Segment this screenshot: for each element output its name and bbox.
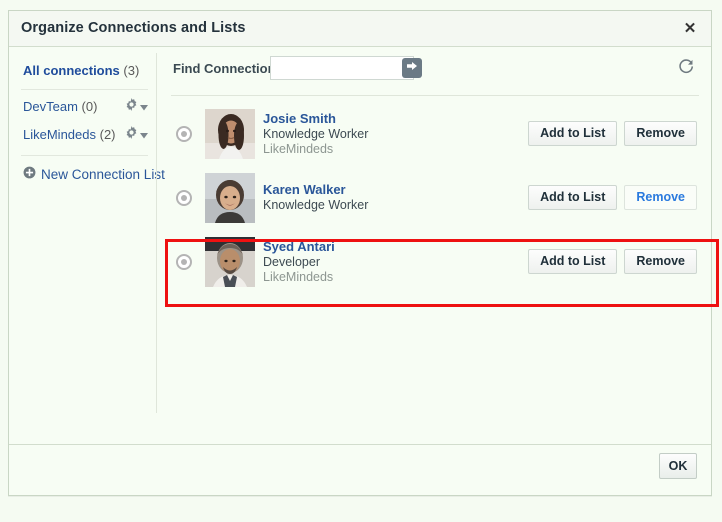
connection-name-link[interactable]: Karen Walker [263,182,368,198]
list-item[interactable]: Syed Antari Developer LikeMindeds Add to… [157,230,711,294]
radio-button-icon[interactable] [176,126,192,142]
list-item-info: Josie Smith Knowledge Worker LikeMindeds [263,111,368,158]
list-item-info: Syed Antari Developer LikeMindeds [263,239,335,286]
plus-circle-icon [23,166,36,182]
sidebar-item-count: (0) [82,99,98,114]
connection-job-title: Developer [263,255,335,271]
find-connection-label: Find Connection [173,61,276,76]
sidebar-likemindeds-menu[interactable] [125,126,148,142]
list-item-actions: Add to List Remove [528,121,697,146]
connection-list-name: LikeMindeds [263,142,368,158]
close-icon[interactable]: ✕ [679,18,701,40]
connections-list: Josie Smith Knowledge Worker LikeMindeds… [157,102,711,294]
connection-job-title: Knowledge Worker [263,127,368,143]
organize-connections-dialog: Organize Connections and Lists ✕ All con… [8,10,712,496]
sidebar-item-devteam[interactable]: DevTeam (0) [9,94,156,122]
list-item[interactable]: Josie Smith Knowledge Worker LikeMindeds… [157,102,711,166]
new-connection-list-label: New Connection List [41,167,165,182]
remove-button[interactable]: Remove [624,121,697,146]
search-submit-button[interactable] [402,58,422,78]
arrow-right-icon [406,59,418,77]
radio-button-icon[interactable] [176,254,192,270]
radio-button-icon[interactable] [176,190,192,206]
dialog-footer: OK [9,444,711,496]
list-item-actions: Add to List Remove [528,185,697,210]
dialog-body: All connections (3) DevTeam (0) [9,47,711,496]
add-to-list-button[interactable]: Add to List [528,185,617,210]
chevron-down-icon [140,99,148,114]
remove-button[interactable]: Remove [624,249,697,274]
sidebar-item-label: LikeMindeds [23,127,96,142]
sidebar-divider-top [21,89,148,90]
list-item[interactable]: Karen Walker Knowledge Worker Add to Lis… [157,166,711,230]
chevron-down-icon [140,127,148,142]
main-panel: Find Connection [157,47,711,496]
connection-name-link[interactable]: Josie Smith [263,111,368,127]
sidebar-item-likemindeds[interactable]: LikeMindeds (2) [9,122,156,150]
sidebar-all-connections-count: (3) [123,63,139,78]
sidebar: All connections (3) DevTeam (0) [9,47,156,496]
page-title: Organize Connections and Lists [21,20,246,36]
sidebar-item-label: DevTeam [23,99,78,114]
list-top-divider [171,95,699,96]
gear-icon [125,126,138,142]
sidebar-all-connections-label: All connections [23,63,120,78]
add-to-list-button[interactable]: Add to List [528,249,617,274]
avatar [205,109,255,159]
gear-icon [125,98,138,114]
sidebar-devteam-menu[interactable] [125,98,148,114]
list-item-info: Karen Walker Knowledge Worker [263,182,368,213]
connection-list-name: LikeMindeds [263,270,335,286]
connection-name-link[interactable]: Syed Antari [263,239,335,255]
dialog-titlebar: Organize Connections and Lists ✕ [9,11,711,47]
sidebar-item-count: (2) [100,127,116,142]
avatar [205,173,255,223]
new-connection-list-button[interactable]: New Connection List [9,160,156,188]
sidebar-divider-bottom [21,155,148,156]
remove-button[interactable]: Remove [624,185,697,210]
ok-button[interactable]: OK [659,453,697,479]
avatar [205,237,255,287]
find-toolbar: Find Connection [157,47,711,91]
sidebar-item-all-connections[interactable]: All connections (3) [9,57,156,84]
list-item-actions: Add to List Remove [528,249,697,274]
refresh-icon [677,57,695,80]
connection-job-title: Knowledge Worker [263,198,368,214]
add-to-list-button[interactable]: Add to List [528,121,617,146]
refresh-button[interactable] [675,57,697,79]
search-input[interactable] [270,56,414,80]
